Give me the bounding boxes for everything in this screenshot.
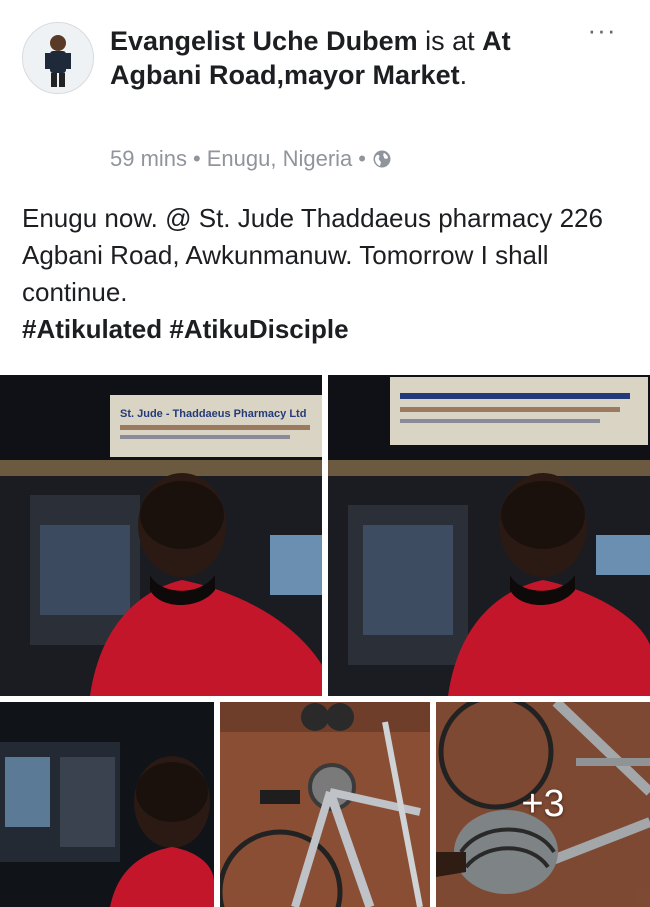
post-meta: 59 mins • Enugu, Nigeria • bbox=[110, 146, 392, 172]
hashtags[interactable]: #Atikulated #AtikuDisciple bbox=[22, 314, 349, 344]
more-options-button[interactable]: ··· bbox=[582, 17, 622, 50]
photo-selfie-2[interactable] bbox=[328, 375, 650, 696]
photo-bicycle-2[interactable]: +3 bbox=[436, 702, 650, 907]
post-text: Enugu now. @ St. Jude Thaddaeus pharmacy… bbox=[22, 203, 603, 307]
place-suffix: . bbox=[459, 60, 468, 90]
avatar[interactable] bbox=[22, 22, 94, 94]
post-headline: Evangelist Uche Dubem is at At Agbani Ro… bbox=[110, 24, 560, 92]
author-name[interactable]: Evangelist Uche Dubem bbox=[110, 26, 418, 56]
photo-selfie-3[interactable] bbox=[0, 702, 214, 907]
photo-selfie-1[interactable]: St. Jude - Thaddaeus Pharmacy Ltd bbox=[0, 375, 322, 696]
post-time[interactable]: 59 mins bbox=[110, 146, 187, 172]
pharmacy-sign-text: St. Jude - Thaddaeus Pharmacy Ltd bbox=[120, 408, 306, 420]
checkin-connector: is at bbox=[425, 26, 475, 56]
more-photos-overlay[interactable]: +3 bbox=[436, 702, 650, 907]
photo-bicycle-1[interactable] bbox=[220, 702, 430, 907]
post-location[interactable]: Enugu, Nigeria bbox=[207, 146, 353, 172]
avatar-image bbox=[23, 23, 93, 93]
separator-dot: • bbox=[358, 146, 366, 171]
separator-dot: • bbox=[193, 146, 201, 171]
post-header: Evangelist Uche Dubem is at At Agbani Ro… bbox=[0, 0, 650, 190]
post-body: Enugu now. @ St. Jude Thaddaeus pharmacy… bbox=[22, 200, 632, 348]
globe-icon bbox=[373, 150, 391, 168]
